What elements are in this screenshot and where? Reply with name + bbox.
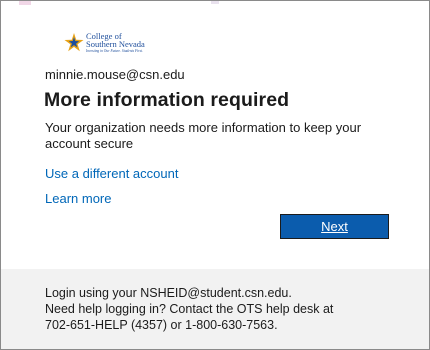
college-logo: College of Southern Nevada Investing in … [63, 32, 173, 56]
footer-help-text: Login using your NSHEID@student.csn.edu.… [45, 285, 415, 333]
top-strip [1, 1, 429, 7]
star-logo-icon [64, 33, 84, 52]
next-button[interactable]: Next [280, 214, 389, 239]
footer-line-2: Need help logging in? Contact the OTS he… [45, 302, 334, 316]
background-fragment [19, 1, 31, 5]
use-different-account-link[interactable]: Use a different account [45, 166, 178, 181]
sign-in-dialog: College of Southern Nevada Investing in … [0, 0, 430, 350]
footer-line-3: 702-651-HELP (4357) or 1-800-630-7563. [45, 318, 278, 332]
account-email: minnie.mouse@csn.edu [45, 67, 185, 82]
footer-line-1: Login using your NSHEID@student.csn.edu. [45, 286, 292, 300]
description-text: Your organization needs more information… [45, 120, 362, 151]
learn-more-link[interactable]: Learn more [45, 191, 111, 206]
background-fragment [211, 1, 219, 4]
logo-tagline: Investing in Our Future. Students First. [86, 49, 143, 53]
logo-wordmark: College of Southern Nevada [86, 32, 145, 49]
footer-panel: Login using your NSHEID@student.csn.edu.… [1, 269, 429, 349]
logo-line-2: Southern Nevada [86, 39, 145, 49]
page-title: More information required [44, 89, 290, 111]
